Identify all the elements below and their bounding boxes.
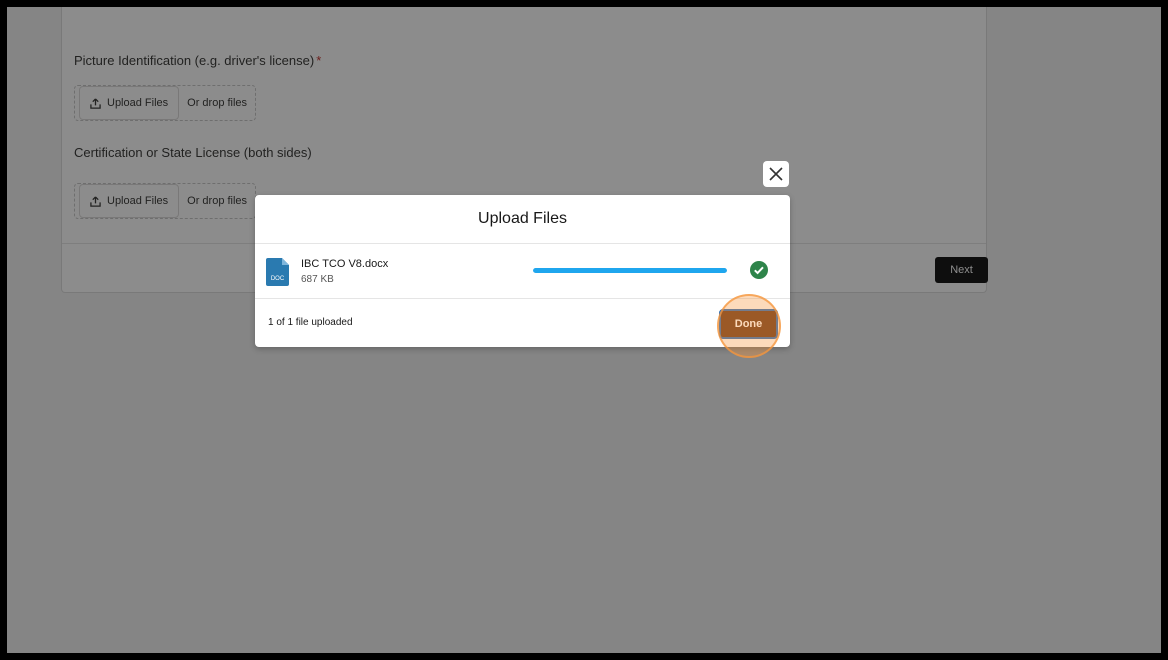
modal-title: Upload Files — [255, 195, 790, 244]
upload-status-text: 1 of 1 file uploaded — [268, 317, 353, 328]
file-name: IBC TCO V8.docx — [301, 258, 389, 270]
done-button[interactable]: Done — [719, 309, 778, 339]
file-size: 687 KB — [301, 274, 334, 285]
app-frame: Picture Identification (e.g. driver's li… — [7, 7, 1161, 653]
close-icon — [769, 167, 783, 181]
upload-progress-bar — [533, 268, 727, 273]
check-circle-icon — [750, 261, 768, 279]
modal-footer: 1 of 1 file uploaded Done — [255, 299, 790, 347]
close-modal-button[interactable] — [763, 161, 789, 187]
doc-file-icon: DOC — [266, 258, 289, 286]
upload-progress-fill — [533, 268, 727, 273]
doc-badge-text: DOC — [271, 276, 285, 282]
upload-files-modal: Upload Files DOC IBC TCO V8.docx 687 KB … — [255, 195, 790, 347]
